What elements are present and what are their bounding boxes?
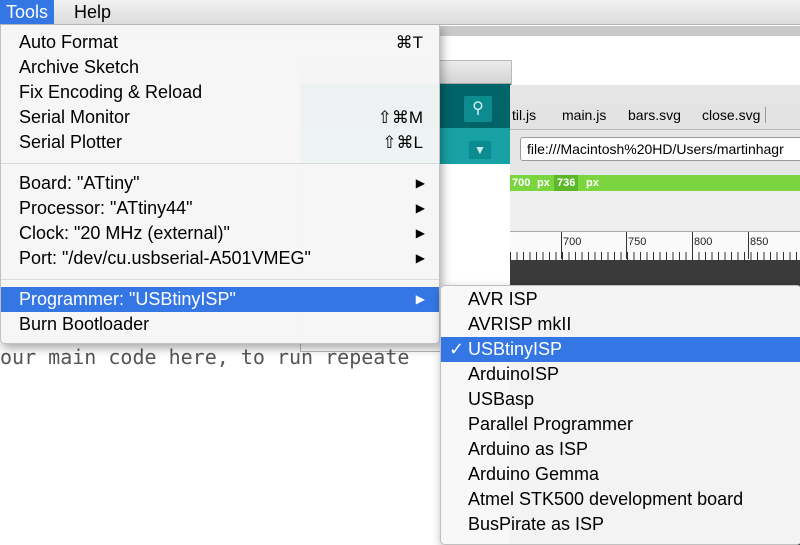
menu-item-programmer[interactable]: Programmer: "USBtinyISP" ▶ bbox=[1, 287, 439, 312]
browser-tab[interactable]: main.js bbox=[562, 107, 606, 123]
menu-shortcut: ⇧⌘L bbox=[382, 133, 423, 152]
submenu-arrow-icon: ▶ bbox=[415, 201, 425, 215]
menu-separator bbox=[1, 163, 439, 164]
ruler-label: 750 bbox=[628, 236, 647, 248]
url-input[interactable]: file:///Macintosh%20HD/Users/martinhagr bbox=[520, 137, 800, 161]
option-label: Atmel STK500 development board bbox=[468, 489, 744, 509]
menu-item-label: Fix Encoding & Reload bbox=[19, 82, 203, 102]
menu-item-label: Processor: "ATtiny44" bbox=[19, 198, 193, 218]
programmer-option-arduinoisp[interactable]: ArduinoISP bbox=[441, 362, 800, 387]
browser-tab[interactable]: close.svg bbox=[702, 107, 760, 123]
menu-tools[interactable]: Tools bbox=[0, 0, 55, 24]
option-label: USBtinyISP bbox=[468, 339, 563, 359]
menu-item-label: Auto Format bbox=[19, 32, 119, 52]
submenu-arrow-icon: ▶ bbox=[415, 176, 425, 190]
menu-shortcut: ⌘T bbox=[395, 33, 423, 52]
measure-bar: 700 px 736 px bbox=[510, 175, 800, 191]
ruler-major-tick bbox=[692, 232, 693, 259]
menu-item-label: Burn Bootloader bbox=[19, 314, 150, 334]
menu-item-label: Archive Sketch bbox=[19, 57, 140, 77]
serial-monitor-icon[interactable]: ⚲ bbox=[464, 96, 492, 122]
ruler-major-tick bbox=[561, 232, 562, 259]
menu-item-label: Serial Plotter bbox=[19, 132, 123, 152]
tab-divider bbox=[765, 107, 780, 123]
ruler-major-tick bbox=[748, 232, 749, 259]
menu-item-serial-monitor[interactable]: Serial Monitor ⇧⌘M bbox=[1, 105, 439, 130]
programmer-option-arduino-gemma[interactable]: Arduino Gemma bbox=[441, 462, 800, 487]
ruler-label: 850 bbox=[750, 236, 769, 248]
programmer-option-usbtinyisp[interactable]: ✓ USBtinyISP bbox=[441, 337, 800, 362]
option-label: BusPirate as ISP bbox=[468, 514, 605, 534]
ruler-major-tick bbox=[626, 232, 627, 259]
programmer-option-avrisp-mkii[interactable]: AVRISP mkII bbox=[441, 312, 800, 337]
measure-unit-a: px bbox=[537, 177, 550, 189]
programmer-option-stk500[interactable]: Atmel STK500 development board bbox=[441, 487, 800, 512]
checkmark-icon: ✓ bbox=[449, 339, 465, 359]
menu-item-processor[interactable]: Processor: "ATtiny44" ▶ bbox=[1, 196, 439, 221]
option-label: Arduino Gemma bbox=[468, 464, 600, 484]
browser-tab[interactable]: bars.svg bbox=[628, 107, 681, 123]
programmer-option-avr-isp[interactable]: AVR ISP bbox=[441, 287, 800, 312]
menu-item-clock[interactable]: Clock: "20 MHz (external)" ▶ bbox=[1, 221, 439, 246]
submenu-arrow-icon: ▶ bbox=[415, 251, 425, 265]
submenu-arrow-icon: ▶ bbox=[415, 292, 425, 306]
menu-item-label: Clock: "20 MHz (external)" bbox=[19, 223, 230, 243]
ruler-label: 700 bbox=[563, 236, 582, 248]
menu-item-label: Port: "/dev/cu.usbserial-A501VMEG" bbox=[19, 248, 311, 268]
code-line: our main code here, to run repeate bbox=[0, 345, 410, 369]
menu-item-board[interactable]: Board: "ATtiny" ▶ bbox=[1, 171, 439, 196]
option-label: ArduinoISP bbox=[468, 364, 560, 384]
measure-value-a: 700 bbox=[512, 177, 531, 189]
option-label: Parallel Programmer bbox=[468, 414, 634, 434]
menu-item-archive-sketch[interactable]: Archive Sketch bbox=[1, 55, 439, 80]
programmer-option-parallel[interactable]: Parallel Programmer bbox=[441, 412, 800, 437]
tools-menu: Auto Format ⌘T Archive Sketch Fix Encodi… bbox=[0, 25, 440, 344]
chevron-down-icon[interactable]: ▼ bbox=[469, 141, 491, 159]
submenu-arrow-icon: ▶ bbox=[415, 226, 425, 240]
menu-item-auto-format[interactable]: Auto Format ⌘T bbox=[1, 30, 439, 55]
menu-item-label: Serial Monitor bbox=[19, 107, 131, 127]
menu-help[interactable]: Help bbox=[68, 0, 117, 24]
browser-panel-strip bbox=[510, 191, 800, 231]
measure-value-b: 736 bbox=[554, 175, 579, 191]
programmer-option-buspirate[interactable]: BusPirate as ISP bbox=[441, 512, 800, 537]
programmer-option-usbasp[interactable]: USBasp bbox=[441, 387, 800, 412]
menu-item-fix-encoding[interactable]: Fix Encoding & Reload bbox=[1, 80, 439, 105]
menu-item-port[interactable]: Port: "/dev/cu.usbserial-A501VMEG" ▶ bbox=[1, 246, 439, 271]
browser-tab[interactable]: til.js bbox=[512, 107, 536, 123]
menu-separator bbox=[1, 279, 439, 280]
option-label: USBasp bbox=[468, 389, 535, 409]
browser-tab-bar: til.js main.js bars.svg close.svg bbox=[510, 103, 800, 130]
menu-item-serial-plotter[interactable]: Serial Plotter ⇧⌘L bbox=[1, 130, 439, 155]
option-label: AVRISP mkII bbox=[468, 314, 572, 334]
ruler: 700 750 800 850 bbox=[510, 231, 800, 261]
option-label: AVR ISP bbox=[468, 289, 538, 309]
menu-shortcut: ⇧⌘M bbox=[377, 108, 423, 127]
menu-item-label: Board: "ATtiny" bbox=[19, 173, 140, 193]
measure-unit-b: px bbox=[586, 177, 599, 189]
menu-bar: Tools Help bbox=[0, 0, 800, 25]
menu-item-burn-bootloader[interactable]: Burn Bootloader bbox=[1, 312, 439, 337]
option-label: Arduino as ISP bbox=[468, 439, 589, 459]
menu-item-label: Programmer: "USBtinyISP" bbox=[19, 289, 236, 309]
programmer-option-arduino-as-isp[interactable]: Arduino as ISP bbox=[441, 437, 800, 462]
ruler-label: 800 bbox=[694, 236, 713, 248]
programmer-submenu: AVR ISP AVRISP mkII ✓ USBtinyISP Arduino… bbox=[440, 285, 800, 545]
